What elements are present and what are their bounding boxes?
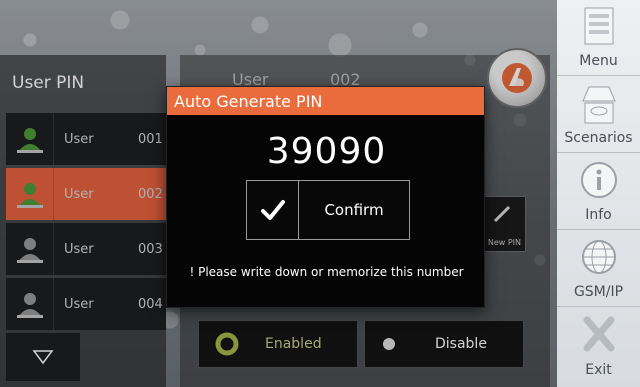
checkmark-icon	[260, 200, 285, 220]
confirm-button[interactable]: Confirm	[246, 180, 410, 240]
nav-scenarios[interactable]: Scenarios	[557, 77, 640, 153]
nav-menu[interactable]: Menu	[557, 0, 640, 76]
nav-label: GSM/IP	[573, 284, 624, 300]
confirm-check[interactable]	[247, 181, 299, 239]
dialog-header: Auto Generate PIN	[167, 87, 484, 115]
nav-gsm-ip[interactable]: GSM/IP	[557, 231, 640, 307]
exit-x-icon	[583, 316, 614, 352]
nav-label: Scenarios	[564, 130, 633, 146]
nav-info[interactable]: Info	[557, 154, 640, 230]
dialog-note: ! Please write down or memorize this num…	[189, 265, 464, 279]
side-nav: Menu Scenarios Info GSM/IP Exit	[557, 0, 640, 387]
menu-list-icon	[584, 7, 613, 45]
scenarios-icon	[581, 86, 616, 124]
nav-label: Info	[585, 207, 612, 223]
auto-generate-pin-dialog: Auto Generate PIN 39090 Confirm ! Please…	[166, 86, 485, 308]
dialog-title: Auto Generate PIN	[174, 91, 323, 111]
nav-label: Exit	[585, 362, 612, 378]
globe-icon	[581, 240, 616, 274]
nav-exit[interactable]: Exit	[557, 308, 640, 384]
confirm-label: Confirm	[324, 201, 384, 219]
nav-label: Menu	[579, 53, 618, 69]
generated-pin: 39090	[266, 131, 387, 172]
info-icon	[580, 162, 617, 198]
